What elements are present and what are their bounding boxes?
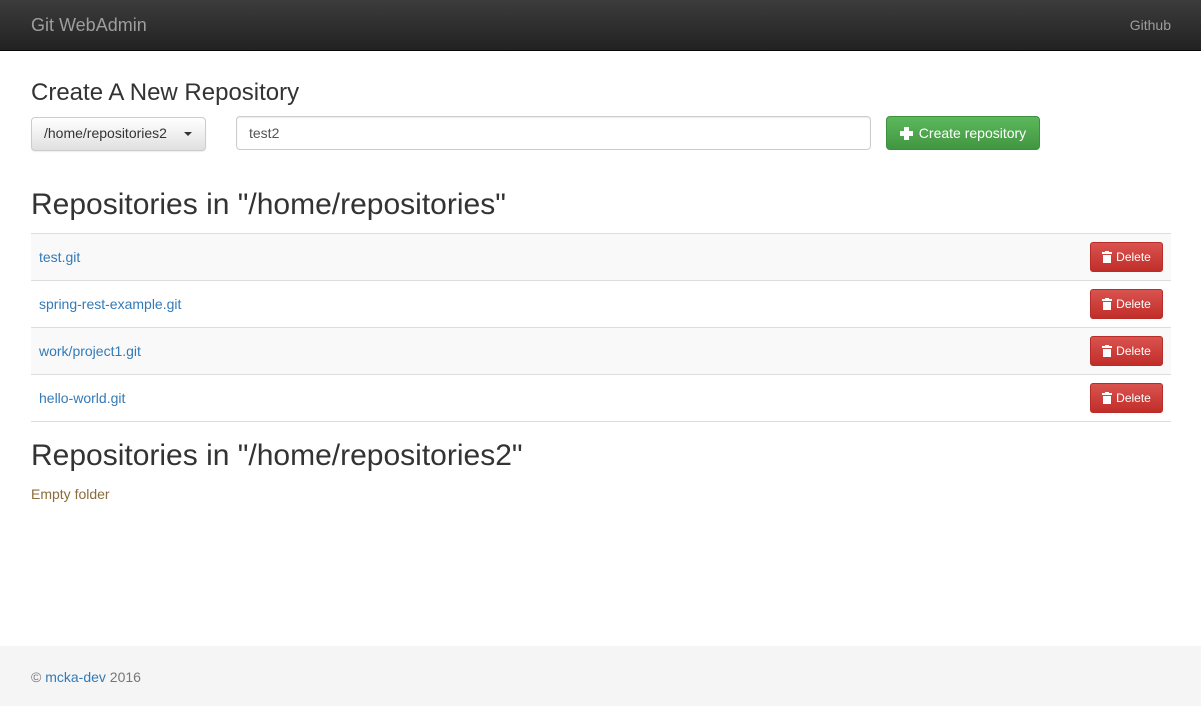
create-repository-title: Create A New Repository	[31, 79, 300, 106]
delete-label: Delete	[1116, 391, 1151, 405]
repo-link[interactable]: spring-rest-example.git	[39, 296, 181, 312]
repo-link[interactable]: hello-world.git	[39, 390, 125, 406]
delete-button[interactable]: Delete	[1090, 242, 1163, 272]
folder-dropdown[interactable]: /home/repositories2	[31, 117, 206, 151]
footer-year: 2016	[109, 669, 141, 685]
delete-label: Delete	[1116, 250, 1151, 264]
delete-button[interactable]: Delete	[1090, 289, 1163, 319]
repo-link[interactable]: work/project1.git	[39, 343, 141, 359]
delete-label: Delete	[1116, 297, 1151, 311]
delete-button[interactable]: Delete	[1090, 336, 1163, 366]
trash-icon	[1102, 298, 1113, 310]
repositories-table: test.git Delete spring-rest-example.git …	[31, 233, 1171, 422]
plus-icon	[899, 126, 913, 140]
nav-link-github[interactable]: Github	[1130, 17, 1171, 33]
repository-name-input[interactable]	[236, 116, 871, 150]
empty-folder-text: Empty folder	[31, 486, 110, 502]
trash-icon	[1102, 251, 1113, 263]
section-title-repositories: Repositories in "/home/repositories"	[31, 188, 506, 221]
table-row: work/project1.git Delete	[31, 327, 1171, 375]
trash-icon	[1102, 345, 1113, 357]
table-row: hello-world.git Delete	[31, 374, 1171, 422]
copyright-symbol: ©	[31, 669, 42, 685]
create-repository-button[interactable]: Create repository	[886, 116, 1040, 150]
caret-down-icon	[184, 132, 192, 136]
create-repository-label: Create repository	[918, 125, 1027, 141]
navbar: Git WebAdmin Github	[0, 0, 1201, 51]
footer-author-link[interactable]: mcka-dev	[45, 669, 106, 685]
footer-text: © mcka-dev 2016	[31, 669, 141, 685]
delete-button[interactable]: Delete	[1090, 383, 1163, 413]
repo-link[interactable]: test.git	[39, 249, 80, 265]
footer: © mcka-dev 2016	[0, 646, 1201, 706]
section-title-repositories2: Repositories in "/home/repositories2"	[31, 439, 523, 472]
folder-dropdown-value: /home/repositories2	[44, 125, 167, 141]
delete-label: Delete	[1116, 344, 1151, 358]
table-row: spring-rest-example.git Delete	[31, 280, 1171, 328]
trash-icon	[1102, 392, 1113, 404]
navbar-brand[interactable]: Git WebAdmin	[31, 15, 147, 36]
table-row: test.git Delete	[31, 233, 1171, 281]
